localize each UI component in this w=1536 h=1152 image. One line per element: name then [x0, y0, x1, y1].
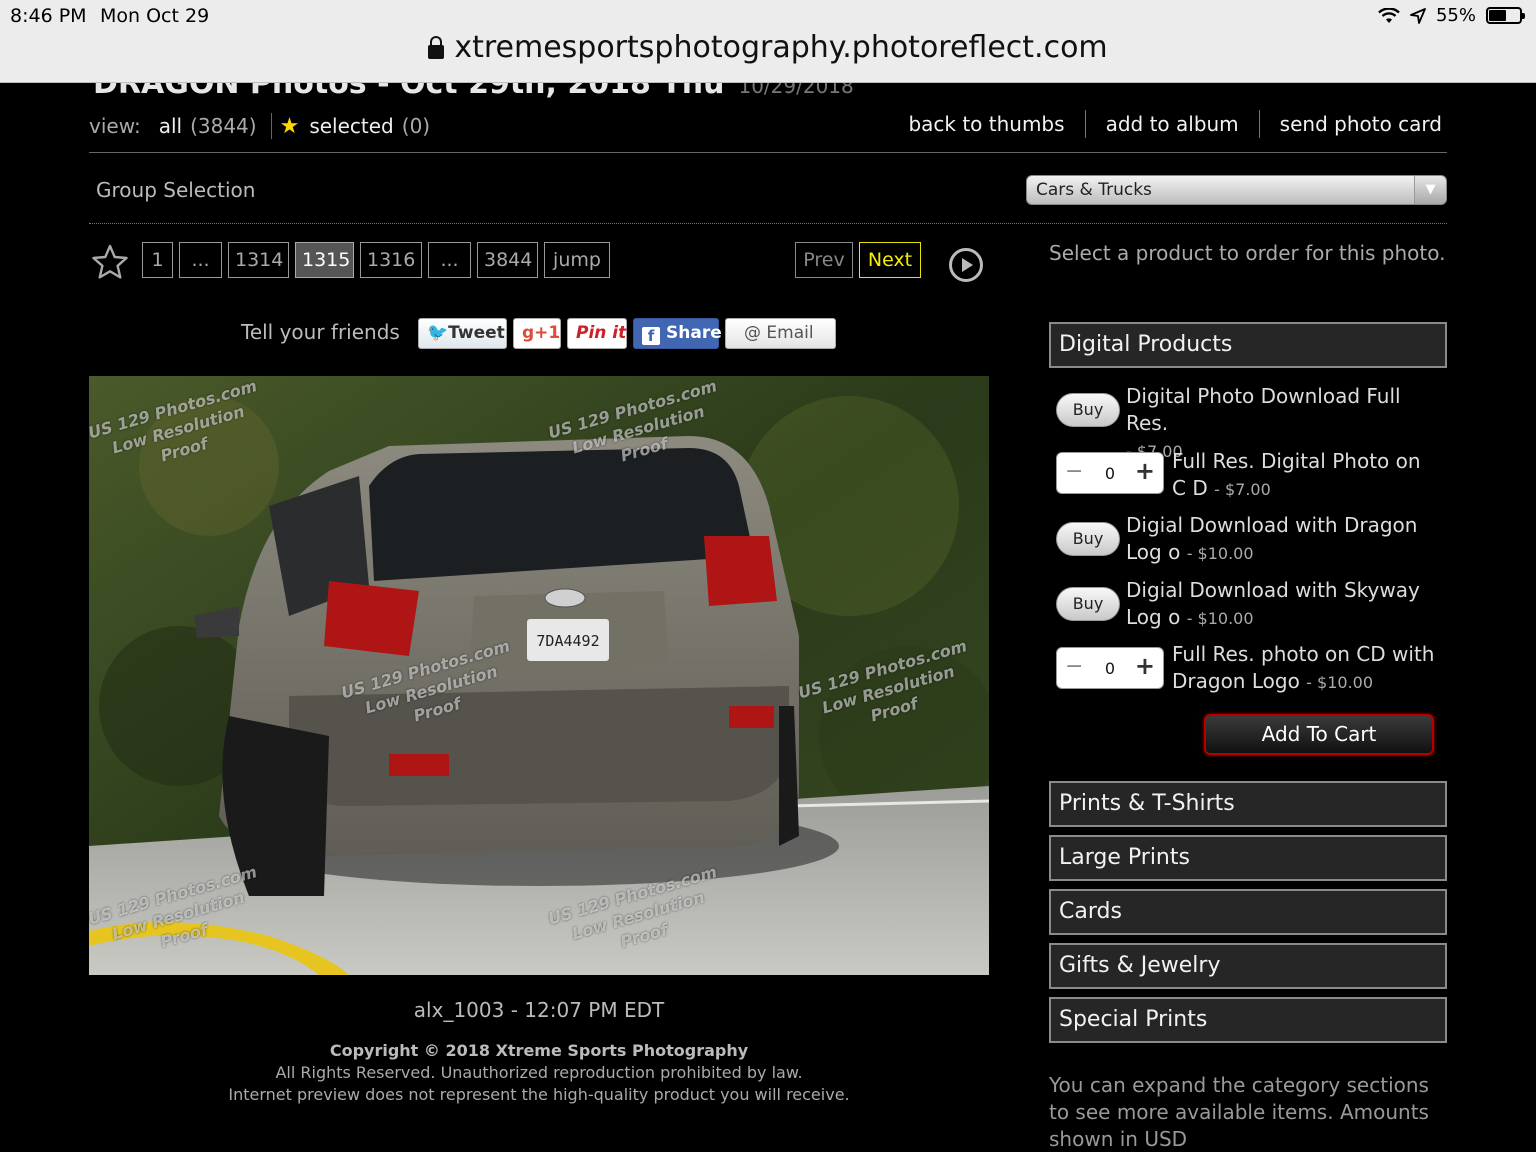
add-to-cart-button[interactable]: Add To Cart: [1204, 714, 1434, 755]
url-bar[interactable]: xtremesportsphotography.photoreflect.com: [0, 30, 1536, 65]
page-button[interactable]: 1314: [228, 242, 289, 278]
buy-button[interactable]: Buy: [1056, 587, 1120, 621]
group-select-value: Cars & Trucks: [1036, 180, 1152, 200]
pin-it-button[interactable]: Pin it: [567, 318, 627, 349]
product-name: Digial Download with Skyway Log o - $10.…: [1126, 578, 1420, 629]
category-large-prints[interactable]: Large Prints: [1049, 835, 1447, 881]
page-button[interactable]: 1: [142, 242, 173, 278]
divider: [89, 223, 1447, 224]
product-name: Full Res. photo on CD with Dragon Logo -…: [1172, 642, 1435, 693]
star-filled-icon: ★: [279, 113, 300, 139]
chevron-down-icon: ▼: [1414, 176, 1446, 204]
category-gifts-jewelry[interactable]: Gifts & Jewelry: [1049, 943, 1447, 989]
star-outline-icon[interactable]: [91, 243, 129, 281]
quantity-stepper[interactable]: − 0 +: [1056, 452, 1164, 494]
group-selection-label: Group Selection: [96, 178, 256, 202]
view-label: view:: [89, 114, 141, 138]
plus-icon[interactable]: +: [1135, 457, 1155, 485]
copyright: Copyright © 2018 Xtreme Sports Photograp…: [89, 1040, 989, 1106]
copyright-line: All Rights Reserved. Unauthorized reprod…: [275, 1063, 803, 1082]
facebook-icon: f: [642, 327, 660, 345]
category-digital-products[interactable]: Digital Products: [1049, 322, 1447, 368]
plus-icon[interactable]: +: [1135, 652, 1155, 680]
divider: [1084, 110, 1086, 138]
product-prompt: Select a product to order for this photo…: [1049, 241, 1446, 265]
browser-bar: 8:46 PM Mon Oct 29 55% xtremesportsphoto…: [0, 0, 1536, 83]
category-note: You can expand the category sections to …: [1049, 1073, 1429, 1151]
status-time: 8:46 PM: [10, 5, 87, 27]
view-selected-link[interactable]: selected: [309, 114, 393, 138]
page-button-current[interactable]: 1315: [295, 242, 354, 278]
gplus-label: +1: [534, 323, 561, 343]
send-photo-card-link[interactable]: send photo card: [1280, 112, 1442, 136]
play-slideshow-icon[interactable]: [948, 247, 984, 283]
category-special-prints[interactable]: Special Prints: [1049, 997, 1447, 1043]
add-to-album-link[interactable]: add to album: [1106, 112, 1239, 136]
battery-fill: [1489, 10, 1506, 21]
copyright-line: Copyright © 2018 Xtreme Sports Photograp…: [329, 1041, 749, 1060]
view-selected-count: (0): [401, 114, 431, 138]
product-name: Full Res. Digital Photo on C D - $7.00: [1172, 449, 1421, 500]
buy-button[interactable]: Buy: [1056, 522, 1120, 556]
battery-percent: 55%: [1435, 5, 1476, 26]
pager: 1 ... 1314 1315 1316 ... 3844 jump: [142, 242, 610, 278]
email-button[interactable]: @ Email: [725, 318, 836, 349]
view-filter: view: all (3844) ★ selected (0): [89, 113, 430, 139]
divider: [1258, 110, 1260, 138]
battery-icon: [1486, 7, 1525, 24]
next-button[interactable]: Next: [859, 242, 921, 278]
buy-button[interactable]: Buy: [1056, 393, 1120, 427]
page-button[interactable]: 3844: [477, 242, 538, 278]
page-ellipsis[interactable]: ...: [179, 242, 222, 278]
divider: [89, 152, 1447, 153]
view-all-link[interactable]: all: [159, 114, 182, 138]
prev-button[interactable]: Prev: [795, 242, 853, 278]
wifi-icon: [1378, 7, 1400, 23]
license-plate-text: 7DA4492: [536, 632, 599, 650]
group-select[interactable]: Cars & Trucks ▼: [1026, 175, 1447, 205]
google-plus-button[interactable]: g+1: [513, 318, 561, 349]
fb-share-label: Share: [666, 323, 722, 343]
jump-button[interactable]: jump: [544, 242, 610, 278]
page-ellipsis[interactable]: ...: [428, 242, 471, 278]
main-photo[interactable]: 7DA4492 US 129 Photos.com Low Resolution P…: [89, 376, 989, 975]
view-all-count: (3844): [190, 114, 257, 138]
quantity-stepper[interactable]: − 0 +: [1056, 647, 1164, 689]
lock-icon: [428, 36, 445, 59]
tweet-label: Tweet: [448, 323, 505, 343]
photo-caption: alx_1003 - 12:07 PM EDT: [413, 998, 665, 1022]
at-icon: @: [744, 323, 767, 343]
page-button[interactable]: 1316: [360, 242, 422, 278]
category-cards[interactable]: Cards: [1049, 889, 1447, 935]
email-label: Email: [766, 323, 814, 343]
status-date: Mon Oct 29: [100, 5, 210, 27]
top-actions: back to thumbs add to album send photo c…: [908, 110, 1442, 138]
facebook-share-button[interactable]: f Share: [633, 318, 722, 349]
twitter-bird-icon: 🐦: [427, 323, 449, 343]
location-arrow-icon: [1410, 7, 1426, 24]
url-text: xtremesportsphotography.photoreflect.com: [454, 30, 1108, 65]
divider: [270, 113, 272, 139]
category-prints-tshirts[interactable]: Prints & T-Shirts: [1049, 781, 1447, 827]
product-name: Digial Download with Dragon Log o - $10.…: [1126, 513, 1418, 564]
tweet-button[interactable]: 🐦Tweet: [418, 318, 507, 349]
status-right: 55%: [1378, 5, 1525, 26]
tell-friends-label: Tell your friends: [241, 320, 400, 344]
back-to-thumbs-link[interactable]: back to thumbs: [908, 112, 1064, 136]
copyright-line: Internet preview does not represent the …: [228, 1085, 850, 1104]
google-plus-icon: g: [522, 323, 535, 343]
share-buttons: 🐦Tweet g+1 Pin it f Share @ Email: [418, 318, 836, 349]
